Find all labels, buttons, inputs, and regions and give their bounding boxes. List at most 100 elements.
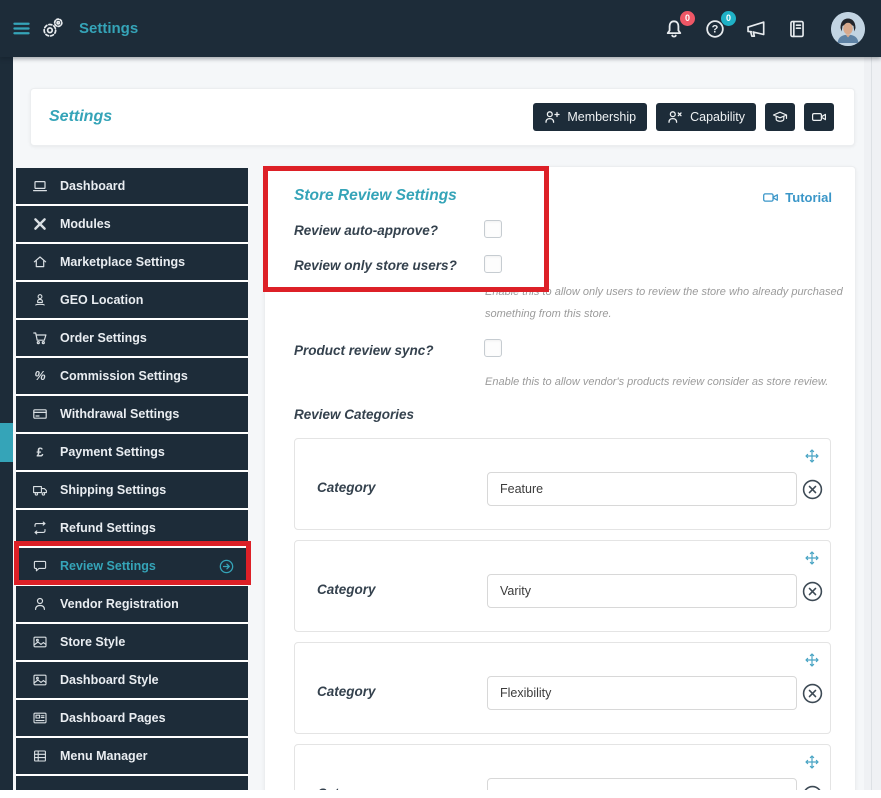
sidebar-item-label: Payment Settings	[60, 445, 165, 459]
category-input[interactable]	[487, 676, 797, 710]
sidebar-item-label: Menu Manager	[60, 749, 148, 763]
section-title: Store Review Settings	[294, 187, 457, 204]
review-categories-heading: Review Categories	[294, 407, 415, 422]
remove-category-icon[interactable]	[801, 580, 824, 603]
sidebar-item-label: Shipping Settings	[60, 483, 167, 497]
svg-text:£: £	[37, 445, 44, 459]
helper-review-only-store-users: Enable this to allow only users to revie…	[485, 286, 843, 320]
sidebar-item-label: Commission Settings	[60, 369, 188, 383]
sidebar-item-dashboard[interactable]: Dashboard	[16, 168, 248, 204]
home-icon	[32, 254, 48, 270]
button-label: Membership	[567, 110, 637, 124]
remove-category-icon[interactable]	[801, 478, 824, 501]
refund-icon	[32, 520, 48, 536]
sidebar-item-shipping-settings[interactable]: Shipping Settings	[16, 472, 248, 508]
category-row: Category	[294, 438, 831, 530]
settings-sidebar: Dashboard Modules Marketplace Settings G…	[16, 168, 248, 798]
arrow-circle-right-icon[interactable]	[218, 558, 235, 575]
move-icon[interactable]	[804, 754, 820, 770]
pages-icon	[32, 710, 48, 726]
topbar-actions: 0 ? 0	[663, 10, 865, 46]
graduation-cap-button[interactable]	[765, 103, 795, 131]
membership-button[interactable]: Membership	[533, 103, 648, 131]
helper-product-review-sync: Enable this to allow vendor's products r…	[485, 376, 829, 388]
tutorial-video-icon	[762, 189, 779, 206]
sidebar-item-geo-location[interactable]: GEO Location	[16, 282, 248, 318]
settings-header-card: Settings Membership Capability	[30, 88, 855, 146]
sidebar-item-label: Refund Settings	[60, 521, 156, 535]
feedback-tab[interactable]	[0, 423, 13, 462]
capability-button[interactable]: Capability	[656, 103, 756, 131]
graduation-cap-icon	[772, 109, 788, 125]
page-title: Settings	[49, 108, 113, 125]
pound-icon: £	[32, 444, 48, 460]
sidebar-item-withdrawal-settings[interactable]: Withdrawal Settings	[16, 396, 248, 432]
cart-icon	[32, 330, 48, 346]
percent-icon: %	[32, 368, 48, 384]
remove-category-icon[interactable]	[801, 682, 824, 705]
settings-gears-icon	[41, 17, 64, 40]
svg-text:?: ?	[712, 23, 719, 35]
credit-card-icon	[32, 406, 48, 422]
sidebar-item-label: Dashboard Style	[60, 673, 159, 687]
megaphone-icon	[745, 18, 767, 40]
category-row: Category	[294, 540, 831, 632]
menu-list-icon	[32, 748, 48, 764]
geo-location-icon	[32, 292, 48, 308]
hamburger-menu-icon[interactable]	[12, 19, 31, 38]
field-label-review-auto-approve: Review auto-approve?	[294, 223, 439, 238]
sidebar-item-review-settings[interactable]: Review Settings	[16, 548, 248, 584]
sidebar-item-label: Store Style	[60, 635, 126, 649]
topbar-title: Settings	[79, 20, 139, 37]
category-row-label: Category	[317, 684, 376, 699]
image-icon	[32, 634, 48, 650]
category-row-label: Category	[317, 480, 376, 495]
move-icon[interactable]	[804, 550, 820, 566]
topbar: Settings 0 ? 0	[0, 0, 881, 57]
user-avatar[interactable]	[831, 11, 865, 46]
video-camera-icon	[811, 109, 827, 125]
tutorial-label: Tutorial	[785, 190, 832, 205]
sidebar-item-vendor-registration[interactable]: Vendor Registration	[16, 586, 248, 622]
sidebar-item-marketplace-settings[interactable]: Marketplace Settings	[16, 244, 248, 280]
category-input[interactable]	[487, 574, 797, 608]
svg-text:%: %	[34, 369, 45, 383]
sidebar-item-dashboard-style[interactable]: Dashboard Style	[16, 662, 248, 698]
knowledgebase-button[interactable]	[786, 18, 808, 40]
move-icon[interactable]	[804, 652, 820, 668]
help-button[interactable]: ? 0	[704, 10, 736, 40]
bottom-strip	[0, 790, 881, 798]
sidebar-item-refund-settings[interactable]: Refund Settings	[16, 510, 248, 546]
sidebar-item-dashboard-pages[interactable]: Dashboard Pages	[16, 700, 248, 736]
sidebar-item-label: Marketplace Settings	[60, 255, 186, 269]
sidebar-item-payment-settings[interactable]: £ Payment Settings	[16, 434, 248, 470]
help-badge: 0	[721, 10, 736, 26]
sidebar-item-label: Dashboard	[60, 179, 126, 193]
sidebar-item-label: Vendor Registration	[60, 597, 179, 611]
scrollbar-track[interactable]	[864, 57, 881, 790]
category-row: Category	[294, 642, 831, 734]
move-icon[interactable]	[804, 448, 820, 464]
video-camera-button[interactable]	[804, 103, 834, 131]
sidebar-item-label: Withdrawal Settings	[60, 407, 180, 421]
tutorial-link[interactable]: Tutorial	[762, 189, 832, 206]
comment-icon	[32, 558, 48, 574]
header-actions: Membership Capability	[533, 103, 834, 131]
category-input[interactable]	[487, 472, 797, 506]
sidebar-item-menu-manager[interactable]: Menu Manager	[16, 738, 248, 774]
scrollbar-line	[871, 57, 872, 790]
book-icon	[786, 18, 808, 40]
review-auto-approve-checkbox[interactable]	[484, 220, 502, 238]
product-review-sync-checkbox[interactable]	[484, 339, 502, 357]
sidebar-item-order-settings[interactable]: Order Settings	[16, 320, 248, 356]
sidebar-item-label: Review Settings	[60, 559, 156, 573]
sidebar-item-commission-settings[interactable]: % Commission Settings	[16, 358, 248, 394]
review-only-store-users-checkbox[interactable]	[484, 255, 502, 273]
sidebar-item-label: Dashboard Pages	[60, 711, 166, 725]
notifications-button[interactable]: 0	[663, 10, 695, 40]
sidebar-item-modules[interactable]: Modules	[16, 206, 248, 242]
announcements-button[interactable]	[745, 18, 767, 40]
truck-icon	[32, 482, 48, 498]
button-label: Capability	[690, 110, 745, 124]
sidebar-item-store-style[interactable]: Store Style	[16, 624, 248, 660]
